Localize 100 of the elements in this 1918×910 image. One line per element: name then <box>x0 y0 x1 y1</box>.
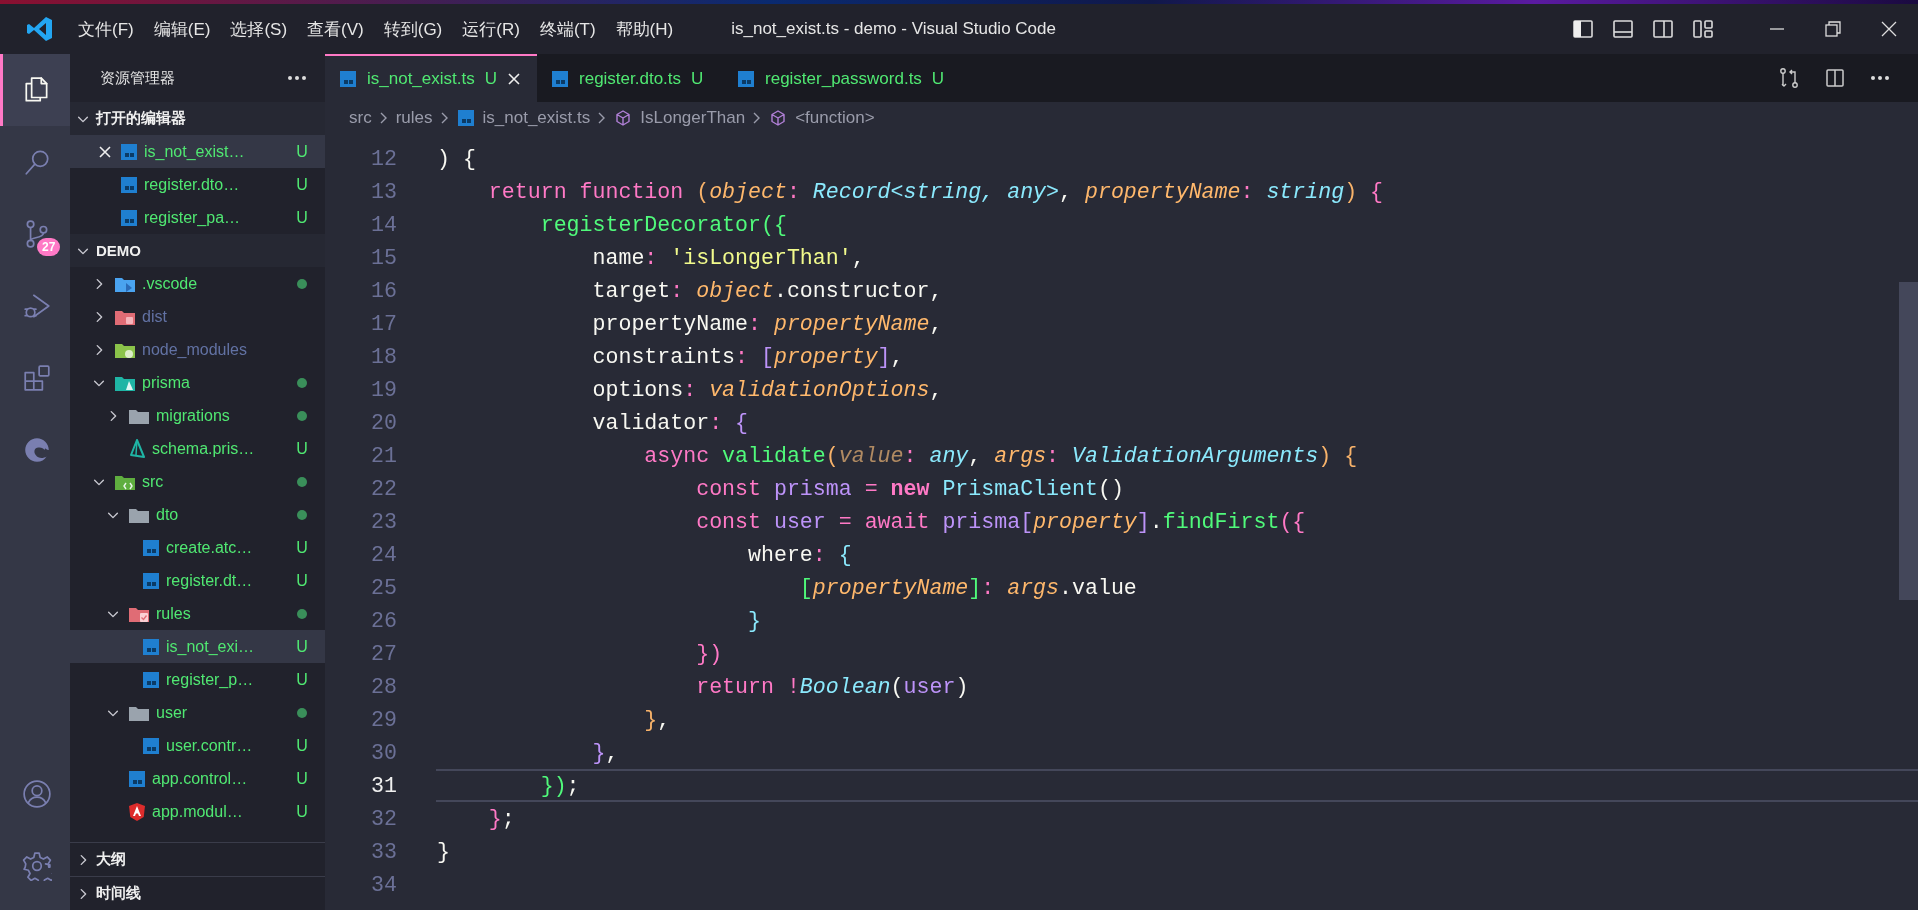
git-status: U <box>295 736 309 755</box>
breadcrumb-item[interactable]: IsLongerThan <box>614 108 746 128</box>
compare-icon[interactable] <box>1778 67 1800 89</box>
file-icon <box>128 769 146 788</box>
menu-item[interactable]: 终端(T) <box>529 13 606 45</box>
tree-item[interactable]: src <box>70 465 325 498</box>
code-line: } <box>747 608 761 633</box>
tree-item[interactable]: .vscode <box>70 267 325 300</box>
menu-item[interactable]: 帮助(H) <box>605 13 684 45</box>
section-header[interactable]: 打开的编辑器 <box>70 102 325 135</box>
git-status: U <box>484 69 497 89</box>
code-line: const prisma = new PrismaClient() <box>695 476 1124 501</box>
file-icon <box>551 70 569 88</box>
file-icon <box>142 736 160 755</box>
tree-item[interactable]: schema.pris… U <box>70 432 325 465</box>
tree-item[interactable]: app.modul… U <box>70 795 325 828</box>
file-name: app.control… <box>152 769 249 788</box>
file-name: register.dt… <box>166 571 254 590</box>
menu-item[interactable]: 运行(R) <box>452 13 530 45</box>
code-line: async validate(value: any, args: ValidationArguments) { <box>643 443 1358 468</box>
menu-item[interactable]: 查看(V) <box>297 13 374 45</box>
layout-icon[interactable] <box>1692 18 1714 40</box>
git-status: U <box>295 175 309 194</box>
count-badge: 27 <box>37 238 61 256</box>
tree-item[interactable]: user.contr… U <box>70 729 325 762</box>
line-number: 29 <box>370 707 397 732</box>
menu-item[interactable]: 文件(F) <box>68 13 144 45</box>
menu-item[interactable]: 编辑(E) <box>143 13 221 45</box>
tree-item[interactable]: user <box>70 696 325 729</box>
tree-item[interactable]: create.atc… U <box>70 531 325 564</box>
editor-tab[interactable]: register.dto.ts U <box>537 54 723 102</box>
window-title: is_not_exist.ts - demo - Visual Studio Code <box>731 19 1056 39</box>
file-name: is_not_exist… <box>144 142 246 161</box>
code-line: }); <box>539 773 580 798</box>
git-status: U <box>295 571 309 590</box>
section-title: 大纲 <box>96 850 126 869</box>
breadcrumb-item[interactable]: src <box>349 108 372 128</box>
file-icon <box>339 70 357 88</box>
line-number: 13 <box>370 179 397 204</box>
code-line: const user = await prisma[property].findFirst({ <box>695 509 1306 534</box>
file-name: create.atc… <box>166 538 254 557</box>
git-status: U <box>691 69 704 89</box>
line-number: 22 <box>370 476 397 501</box>
editor-tab[interactable]: register_password.ts U <box>723 54 961 102</box>
file-name: schema.pris… <box>152 439 256 458</box>
line-number: 18 <box>370 344 397 369</box>
tree-item[interactable]: register_p… U <box>70 663 325 696</box>
tree-item[interactable]: migrations <box>70 399 325 432</box>
file-name: dto <box>156 505 180 524</box>
tree-item[interactable]: register.dt… U <box>70 564 325 597</box>
line-number: 26 <box>370 608 397 633</box>
code-line: registerDecorator({ <box>539 212 787 237</box>
file-icon <box>737 70 755 88</box>
open-editor-item[interactable]: is_not_exist… U <box>70 135 325 168</box>
close-icon[interactable] <box>1880 20 1898 38</box>
line-number: 16 <box>370 278 397 303</box>
activity-button[interactable] <box>0 54 70 126</box>
tree-item[interactable]: is_not_exi… U <box>70 630 325 663</box>
code-line: propertyName: propertyName, <box>591 311 943 336</box>
open-editor-item[interactable]: register_pa… U <box>70 201 325 234</box>
file-icon <box>120 175 138 194</box>
close-icon[interactable] <box>507 72 521 86</box>
restore-icon[interactable] <box>1824 20 1842 38</box>
line-number: 27 <box>370 641 397 666</box>
menu-item[interactable]: 选择(S) <box>220 13 298 45</box>
line-number: 12 <box>370 146 397 171</box>
line-number: 21 <box>370 443 397 468</box>
file-name: src <box>142 472 165 491</box>
tree-item[interactable]: dto <box>70 498 325 531</box>
code-line: options: validationOptions, <box>591 377 943 402</box>
secondary-sidebar-toggle-icon[interactable] <box>1652 18 1674 40</box>
tree-item[interactable]: app.control… U <box>70 762 325 795</box>
more-icon[interactable] <box>1870 75 1890 81</box>
scrollbar-thumb[interactable] <box>1899 282 1918 600</box>
more-icon[interactable] <box>287 75 307 81</box>
settings-icon <box>21 851 52 881</box>
menu-item[interactable]: 转到(G) <box>373 13 453 45</box>
tree-item[interactable]: rules <box>70 597 325 630</box>
file-name: .vscode <box>142 274 199 293</box>
breadcrumb-item[interactable]: is_not_exist.ts <box>456 108 591 128</box>
panel-toggle-icon[interactable] <box>1612 18 1634 40</box>
file-name: is_not_exi… <box>166 637 256 656</box>
file-icon <box>142 637 160 656</box>
code-line: target: object.constructor, <box>591 278 943 303</box>
line-number: 33 <box>370 839 397 864</box>
editor-tab[interactable]: is_not_exist.ts U <box>325 54 537 102</box>
breadcrumb-item[interactable]: rules <box>395 108 433 128</box>
section-header[interactable]: DEMO <box>70 234 325 267</box>
tree-item[interactable]: prisma <box>70 366 325 399</box>
close-icon[interactable] <box>98 144 112 159</box>
breadcrumb-item[interactable]: <function> <box>769 108 875 128</box>
file-name: node_modules <box>142 340 248 359</box>
open-editor-item[interactable]: register.dto… U <box>70 168 325 201</box>
file-name: migrations <box>156 406 231 425</box>
code-line: validator: { <box>591 410 749 435</box>
file-icon <box>120 208 138 227</box>
sidebar-toggle-icon[interactable] <box>1572 18 1594 40</box>
section-title: 时间线 <box>96 884 141 903</box>
split-editor-icon[interactable] <box>1824 67 1846 89</box>
file-icon <box>142 670 160 689</box>
